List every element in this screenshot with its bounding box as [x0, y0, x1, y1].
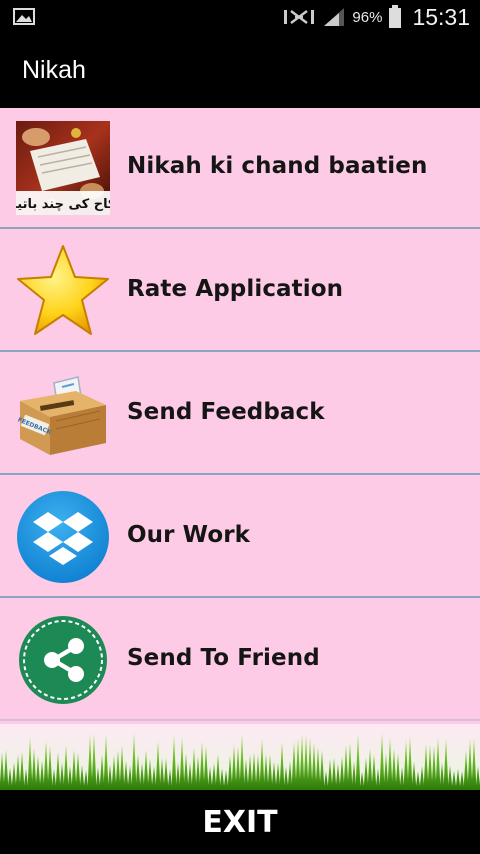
battery-icon [389, 5, 402, 28]
divider [0, 227, 480, 229]
menu-item-label: Nikah ki chand baatien [127, 153, 428, 179]
grass-decoration [0, 724, 480, 790]
status-icons: 96% 15:31 [282, 0, 470, 34]
app-title: Nikah [22, 56, 86, 84]
divider [0, 719, 480, 721]
menu-item-send-to-friend[interactable]: Send To Friend [0, 600, 480, 721]
menu-list: نکاح کی چند باتیں Nikah ki chand baatien… [0, 108, 480, 724]
share-icon [19, 616, 107, 704]
divider [0, 350, 480, 352]
mute-icon [284, 10, 315, 24]
menu-item-label: Rate Application [127, 276, 344, 302]
battery-percentage: 96% [352, 8, 383, 26]
menu-item-send-feedback[interactable]: FEEDBACK Send Feedback [0, 354, 480, 475]
menu-item-label: Send To Friend [127, 645, 320, 671]
signal-icon [324, 8, 345, 26]
exit-button[interactable]: EXIT [0, 790, 480, 854]
exit-label: EXIT [202, 805, 278, 840]
menu-item-our-work[interactable]: Our Work [0, 477, 480, 598]
menu-item-rate-application[interactable]: Rate Application [0, 231, 480, 352]
star-icon [17, 245, 109, 335]
status-bar: 96% 15:31 [0, 0, 480, 34]
dropbox-icon [17, 491, 109, 583]
nikah-thumbnail-icon: نکاح کی چند باتیں [16, 121, 110, 215]
divider [0, 596, 480, 598]
action-bar: Nikah [0, 34, 480, 108]
menu-item-label: Send Feedback [127, 399, 325, 425]
feedback-box-icon: FEEDBACK [17, 376, 106, 455]
thumbnail-caption: نکاح کی چند باتیں [16, 197, 110, 212]
divider [0, 473, 480, 475]
image-icon [13, 8, 35, 25]
menu-item-nikah-ki-chand-baatien[interactable]: نکاح کی چند باتیں Nikah ki chand baatien [0, 108, 480, 229]
clock: 15:31 [412, 3, 470, 30]
menu-item-label: Our Work [127, 522, 251, 548]
